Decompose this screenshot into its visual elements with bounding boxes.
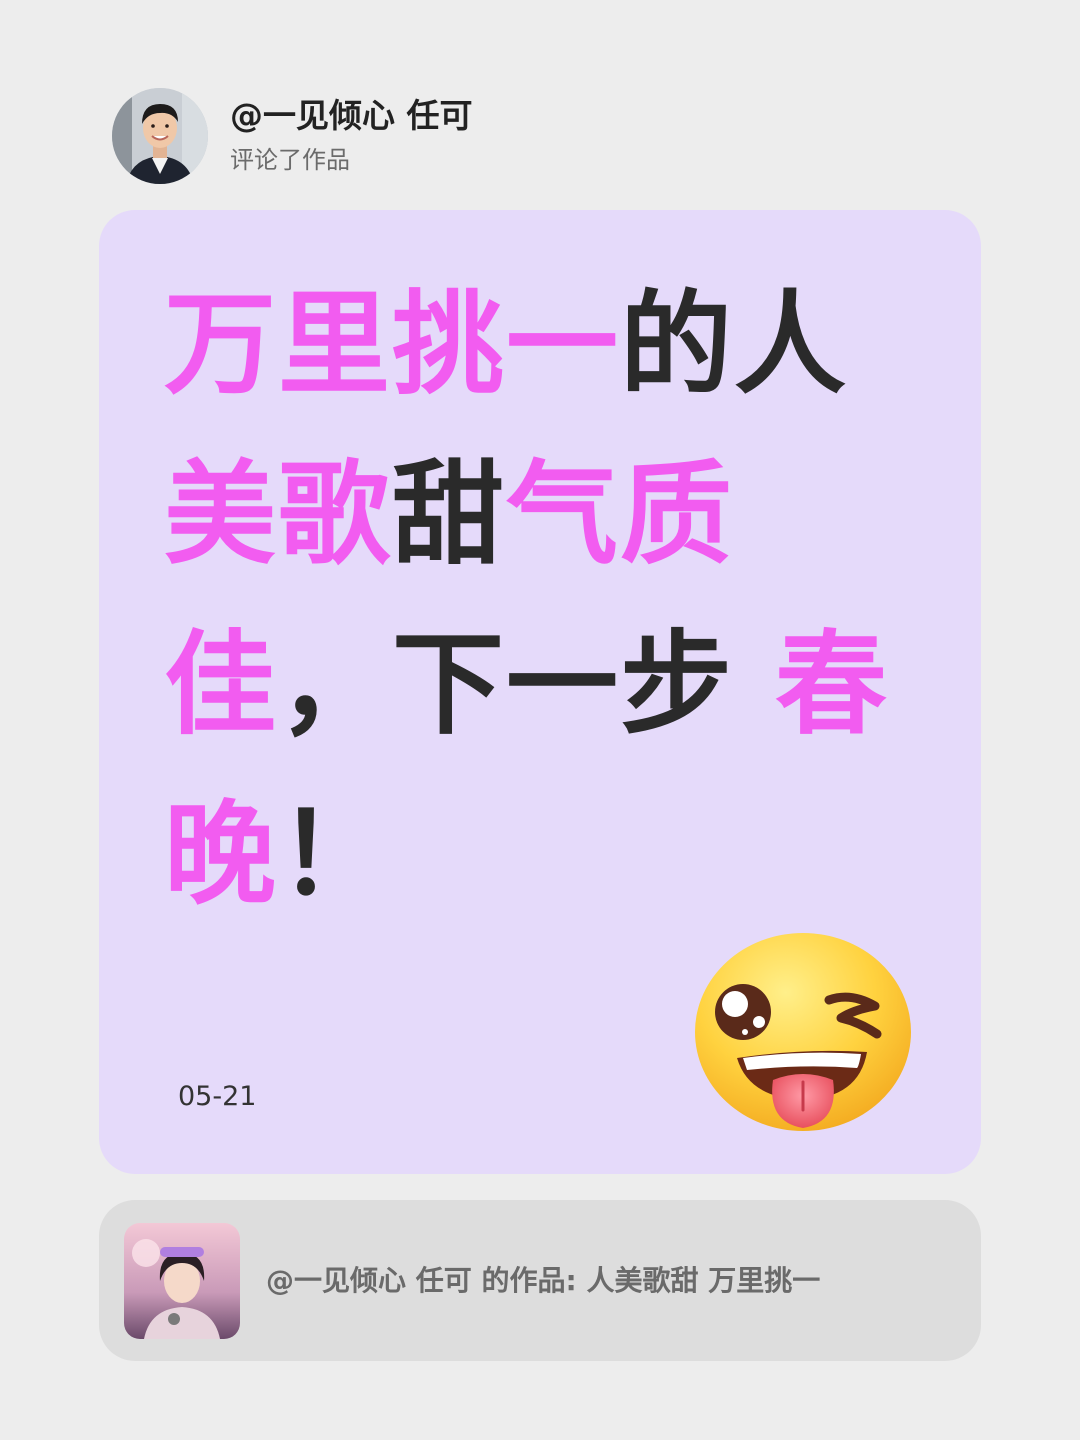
- comment-line: 万里挑一的人: [164, 260, 924, 430]
- comment-card: 万里挑一的人 美歌甜气质 佳，下一步 春晚！ 05-21: [99, 210, 981, 1174]
- winking-face-with-tongue-icon: [691, 930, 917, 1136]
- comment-header: @一见倾心 任可 评论了作品: [112, 88, 473, 184]
- username[interactable]: @一见倾心 任可: [230, 95, 473, 137]
- work-thumbnail[interactable]: [124, 1222, 240, 1339]
- comment-segment: ，下一步: [278, 620, 775, 750]
- highlighted-text: 佳: [164, 620, 278, 750]
- highlighted-text: 晚: [164, 790, 278, 920]
- action-label: 评论了作品: [230, 146, 350, 174]
- comment-line: 美歌甜气质: [164, 430, 924, 600]
- comment-segment: 甜: [392, 450, 506, 580]
- original-work-title[interactable]: @一见倾心 任可 的作品: 人美歌甜 万里挑一: [266, 1261, 820, 1301]
- user-avatar[interactable]: [112, 88, 208, 184]
- comment-share-page: @一见倾心 任可 评论了作品 万里挑一的人 美歌甜气质 佳，下一步 春晚！ 05-2…: [0, 0, 1080, 1440]
- highlighted-text: 美歌: [164, 450, 392, 580]
- original-work-link[interactable]: @一见倾心 任可 的作品: 人美歌甜 万里挑一: [99, 1200, 981, 1361]
- comment-segment: 的人: [620, 280, 848, 410]
- comment-line: 晚！: [164, 770, 924, 940]
- highlighted-text: 万里挑一: [164, 280, 620, 410]
- highlighted-text: 春: [775, 620, 889, 750]
- comment-text: 万里挑一的人 美歌甜气质 佳，下一步 春晚！: [164, 260, 924, 940]
- highlighted-text: 气质: [506, 450, 734, 580]
- comment-date: 05-21: [178, 1081, 257, 1112]
- header-text: @一见倾心 任可 评论了作品: [230, 95, 473, 177]
- comment-line: 佳，下一步 春: [164, 600, 924, 770]
- comment-segment: ！: [278, 790, 392, 920]
